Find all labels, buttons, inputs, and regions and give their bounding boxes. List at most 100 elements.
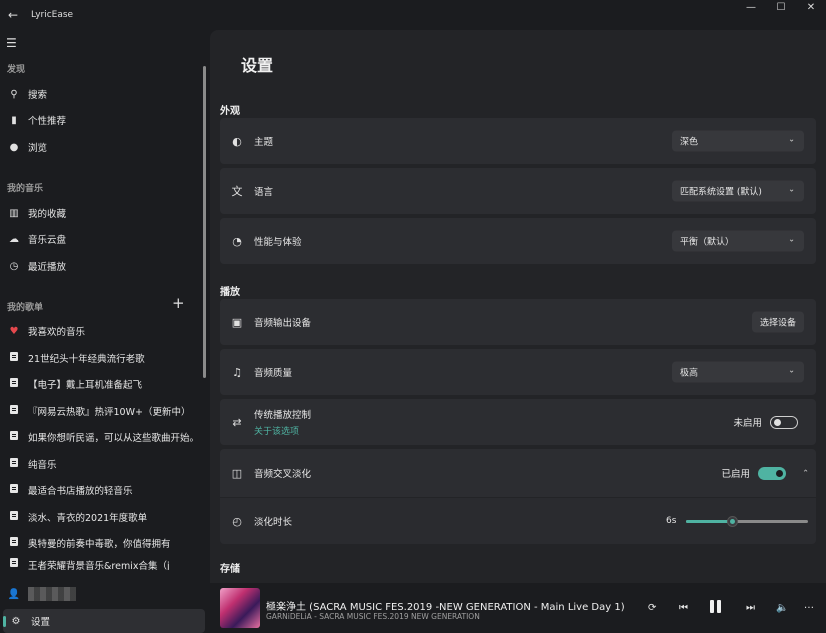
sidebar-playlist-item[interactable]: ♥ 我喜欢的音乐: [0, 318, 205, 344]
chevron-down-icon: ⌄: [788, 184, 795, 194]
playlist-icon: [0, 511, 28, 523]
sidebar-item-recent[interactable]: ◷ 最近播放: [0, 253, 205, 279]
player-bar: 極楽浄土 (SACRA MUSIC FES.2019 -NEW GENERATI…: [210, 583, 826, 633]
crossfade-icon: ◫: [231, 466, 243, 480]
album-cover[interactable]: [220, 588, 260, 628]
sidebar-playlist-item[interactable]: 王者荣耀背景音乐&remix合集（j: [0, 556, 205, 570]
chevron-down-icon: ⌄: [788, 234, 795, 244]
clock-icon: ◷: [9, 260, 19, 272]
hamburger-menu-icon[interactable]: ☰: [6, 36, 17, 50]
track-title[interactable]: 極楽浄土 (SACRA MUSIC FES.2019 -NEW GENERATI…: [266, 598, 625, 613]
section-title-discover: 发现: [7, 65, 26, 75]
sidebar-item-browse[interactable]: ● 浏览: [0, 134, 205, 160]
setting-label: 音频交叉淡化: [254, 469, 312, 480]
setting-label: 音频输出设备: [254, 318, 312, 329]
section-title-my-music: 我的音乐: [7, 184, 44, 194]
swap-arrows-icon: ⇄: [232, 415, 242, 429]
more-options-icon[interactable]: ⋯: [804, 603, 814, 614]
search-icon: ⚲: [10, 88, 18, 100]
performance-dropdown[interactable]: 平衡（默认） ⌄: [672, 230, 804, 252]
playlist-label: 【电子】戴上耳机准备起飞: [28, 380, 143, 391]
sidebar-item-search[interactable]: ⚲ 搜索: [0, 81, 205, 107]
previous-track-icon[interactable]: ⏮: [679, 603, 688, 614]
sidebar-playlist-item[interactable]: 如果你想听民谣，可以从这些歌曲开始。: [0, 424, 205, 450]
back-arrow-icon[interactable]: ←: [1, 8, 25, 22]
user-account-item[interactable]: 👤: [0, 581, 205, 607]
sidebar-playlist-item[interactable]: 淡水、青衣的2021年度歌单: [0, 504, 205, 530]
setting-label: 音频质量: [254, 368, 293, 379]
toggle-switch[interactable]: [758, 466, 786, 480]
group-title-storage: 存储: [220, 564, 240, 575]
setting-theme: ◐ 主题 深色 ⌄: [220, 118, 816, 164]
next-track-icon[interactable]: ⏭: [746, 603, 755, 614]
minimize-button[interactable]: —: [736, 0, 766, 18]
sidebar-item-label: 设置: [31, 617, 51, 628]
playlist-icon: [0, 405, 28, 417]
audio-quality-dropdown[interactable]: 极高 ⌄: [672, 361, 804, 383]
playlist-label: 奥特曼的前奏中毒歌，你值得拥有: [28, 539, 171, 550]
maximize-button[interactable]: ☐: [766, 0, 796, 18]
sidebar-scrollbar[interactable]: [203, 66, 206, 378]
setting-crossfade[interactable]: ◫ 音频交叉淡化 已启用 ⌃: [220, 449, 816, 497]
setting-label: 淡化时长: [254, 517, 293, 528]
library-icon: ▥: [9, 207, 19, 219]
sidebar-item-favorites[interactable]: ▥ 我的收藏: [0, 200, 205, 226]
slider-fill: [686, 520, 733, 523]
pause-icon[interactable]: [710, 600, 721, 616]
slider-thumb[interactable]: [727, 516, 739, 527]
sidebar-item-cloud[interactable]: ☁ 音乐云盘: [0, 226, 205, 252]
about-option-link[interactable]: 关于该选项: [254, 424, 311, 437]
sidebar-item-label: 最近播放: [28, 262, 67, 273]
speedometer-icon: ◔: [232, 234, 242, 248]
playlist-icon: [0, 378, 28, 390]
close-button[interactable]: ✕: [796, 0, 826, 18]
theme-dropdown[interactable]: 深色 ⌄: [672, 130, 804, 152]
setting-label: 传统播放控制: [254, 410, 312, 421]
app-title: LyricEase: [31, 10, 74, 20]
playlist-label: 王者荣耀背景音乐&remix合集（j: [28, 561, 170, 570]
playlist-icon: [0, 352, 28, 364]
playlist-label: 21世纪头十年经典流行老歌: [28, 354, 145, 365]
bookmark-icon: ▮: [11, 114, 17, 126]
legacy-control-toggle[interactable]: 未启用: [733, 415, 798, 429]
sidebar-playlist-item[interactable]: 『网易云热歌』热评10W+（更新中）: [0, 398, 205, 424]
group-title-appearance: 外观: [220, 106, 240, 117]
sidebar-playlist-item[interactable]: 【电子】戴上耳机准备起飞: [0, 371, 205, 397]
sidebar-playlist-item[interactable]: 纯音乐: [0, 451, 205, 477]
playlist-label: 『网易云热歌』热评10W+（更新中）: [28, 407, 191, 418]
sidebar-playlist-item[interactable]: 最适合书店播放的轻音乐: [0, 477, 205, 503]
playlist-label: 我喜欢的音乐: [28, 327, 86, 338]
setting-label: 性能与体验: [254, 237, 302, 248]
sidebar: ☰ 发现 ⚲ 搜索 ▮ 个性推荐 ● 浏览 我的音乐 ▥ 我的收藏 ☁ 音乐云盘…: [0, 30, 210, 633]
toggle-state-label: 未启用: [733, 418, 762, 429]
dropdown-value: 深色: [680, 137, 699, 148]
fade-duration-slider[interactable]: [686, 516, 808, 527]
sidebar-item-settings[interactable]: ⚙ 设置: [3, 609, 205, 633]
settings-panel: 设置 外观 ◐ 主题 深色 ⌄ 文 语言 匹配系统设置 (默认) ⌄ ◔ 性能与…: [210, 30, 826, 583]
add-playlist-button[interactable]: +: [172, 294, 185, 312]
section-title-playlists: 我的歌单: [7, 303, 44, 313]
volume-icon[interactable]: 🔈: [776, 603, 788, 614]
setting-language: 文 语言 匹配系统设置 (默认) ⌄: [220, 168, 816, 214]
chevron-up-icon[interactable]: ⌃: [802, 469, 809, 478]
playlist-icon: [0, 458, 28, 470]
speaker-icon: ▣: [231, 315, 243, 329]
toggle-switch[interactable]: [770, 415, 798, 429]
playlist-icon: [0, 484, 28, 496]
select-device-button[interactable]: 选择设备: [751, 311, 804, 333]
sidebar-playlist-item[interactable]: 奥特曼的前奏中毒歌，你值得拥有: [0, 530, 205, 556]
playlist-label: 淡水、青衣的2021年度歌单: [28, 513, 148, 524]
setting-audio-output: ▣ 音频输出设备 选择设备: [220, 299, 816, 345]
playlist-icon: [0, 537, 28, 549]
track-subtitle[interactable]: GARNiDELiA - SACRA MUSIC FES.2019 NEW GE…: [266, 612, 480, 621]
language-dropdown[interactable]: 匹配系统设置 (默认) ⌄: [672, 180, 804, 202]
sidebar-playlist-item[interactable]: 21世纪头十年经典流行老歌: [0, 345, 205, 371]
window-controls: — ☐ ✕: [736, 0, 826, 18]
sidebar-item-label: 我的收藏: [28, 209, 67, 220]
sidebar-item-recommend[interactable]: ▮ 个性推荐: [0, 107, 205, 133]
dropdown-value: 平衡（默认）: [680, 237, 735, 248]
chevron-down-icon: ⌄: [788, 365, 795, 375]
music-note-icon: ♫: [232, 365, 242, 379]
repeat-icon[interactable]: ⟳: [648, 603, 656, 614]
crossfade-toggle[interactable]: 已启用: [721, 466, 786, 480]
